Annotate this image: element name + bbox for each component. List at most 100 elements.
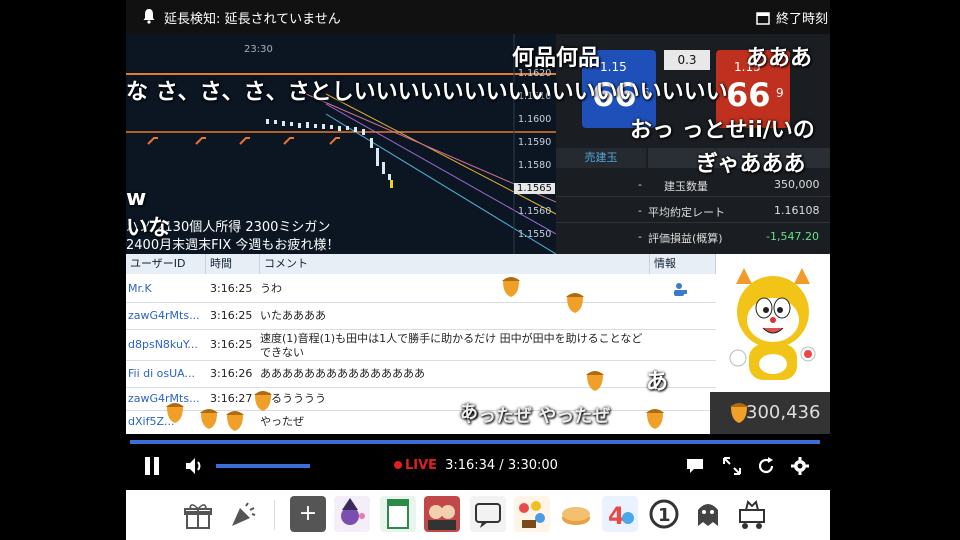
volume-slider[interactable] [216,464,310,468]
row-time: 3:16:25 [210,338,253,351]
price-tick: 1.1550 [518,229,552,240]
row-time: 3:16:25 [210,282,253,295]
video-player[interactable]: 23:30 1.1620 1.1610 1.1600 1.1590 1.1580… [126,34,830,434]
gift-item-pancake[interactable] [558,496,594,532]
live-dot-icon [394,461,402,469]
acorn-icon [200,409,218,429]
gift-item-duo[interactable] [424,496,460,532]
position-row: - 評価損益(概算) -1,547.20 [638,230,819,245]
gift-item-number-one[interactable]: 1 [646,496,682,532]
gift-icon[interactable] [184,502,212,530]
bell-icon [143,9,155,24]
live-label: LIVE [405,458,438,473]
gift-item-note[interactable] [380,496,416,532]
settings-gear-icon[interactable] [790,456,810,476]
gift-toolbar: + 4 1 [126,490,830,540]
price-tick: 1.1560 [518,206,552,217]
row-user-id[interactable]: Mr.K [128,276,204,302]
gift-divider [274,500,275,530]
gift-item-flowers[interactable] [514,496,550,532]
extension-notice-text: 延長検知: 延長されていません [164,8,341,27]
price-tick: 1.1590 [518,137,552,148]
reload-icon[interactable] [756,456,776,476]
danmaku-comment: やったぜ やったぜ [460,406,611,427]
acorn-icon [166,403,184,423]
danmaku-comment: おっ っとせii/いの [630,118,815,143]
table-row[interactable]: Mr.K 3:16:25 うわ [126,276,716,303]
current-price-tag: 1.1565 [514,183,555,194]
gift-item-comment-box[interactable] [470,496,506,532]
comment-toggle-icon[interactable] [686,458,704,474]
character-avatar-image [716,254,830,406]
forex-chart: 23:30 1.1620 1.1610 1.1600 1.1590 1.1580… [126,34,556,254]
gift-item-witch[interactable] [334,496,370,532]
column-header-comment[interactable]: コメント [260,254,650,274]
row-comment: うわ [260,282,282,295]
gift-item-ghost[interactable] [690,496,726,532]
gift-item-cat-cart[interactable] [734,496,770,532]
position-value: 350,000 [774,178,820,191]
acorn-icon [502,277,520,297]
table-row[interactable]: d8psN8kuY... 3:16:25 速度(1)音程(1)も田中は1人で勝手… [126,330,716,361]
acorn-icon [566,293,584,313]
svg-text:1: 1 [658,505,671,526]
row-user-id[interactable]: d8psN8kuY... [128,330,204,360]
acorn-icon [730,403,748,423]
row-time: 3:16:26 [210,367,253,380]
add-gift-button[interactable]: + [290,496,326,532]
playback-time: 3:16:34 / 3:30:00 [445,458,558,473]
row-comment: いたああああ [260,309,326,322]
row-user-id[interactable]: Fii di osUA... [128,361,204,387]
counter-value: 300,436 [746,402,821,423]
ask-sub-digit: 9 [776,86,784,100]
row-time: 3:16:25 [210,309,253,322]
acorn-icon [226,411,244,431]
volume-icon[interactable] [184,456,206,476]
table-row[interactable]: Fii di osUA... 3:16:26 あああああああああああああああ [126,361,716,388]
column-header-time[interactable]: 時間 [206,254,260,274]
price-tick: 1.1600 [518,114,552,125]
acorn-icon [646,409,664,429]
position-label: 建玉数量 [664,180,708,193]
end-time-indicator: 終了時刻 [756,8,828,27]
danmaku-comment: な さ、さ、さ、さとしいいいいいいいいいいいいいいいいい [126,80,728,105]
end-time-label: 終了時刻 [776,12,829,27]
party-popper-icon[interactable] [228,502,256,530]
price-tick: 1.1580 [518,160,552,171]
danmaku-comment: あ [460,402,478,423]
position-row: - 平均約定レート 1.16108 [556,200,830,223]
column-header-info[interactable]: 情報 [650,254,716,274]
extension-notice-bar: 延長検知: 延長されていません 終了時刻 [126,0,830,35]
position-value: 1.16108 [774,204,820,217]
chart-time-label: 23:30 [244,44,273,55]
column-header-user[interactable]: ユーザーID [126,254,206,274]
danmaku-comment: いな [126,216,171,241]
danmaku-comment: あああ [746,46,813,71]
bid-small-price: 1.15 [600,60,627,74]
live-indicator: LIVE 3:16:34 / 3:30:00 [394,458,558,473]
position-label: 平均約定レート [648,206,725,219]
position-value: -1,547.20 [766,230,819,243]
seek-bar[interactable] [130,440,820,444]
fullscreen-icon[interactable] [722,456,742,476]
danmaku-comment: あ [646,370,669,395]
seek-bar-fill [130,440,779,444]
danmaku-comment: ぎゃあああ [696,152,806,177]
table-row[interactable]: zawG4rMts... 3:16:25 いたああああ [126,303,716,330]
acorn-icon [586,371,604,391]
danmaku-comment: 何品何品 [512,46,601,71]
extension-notice-label: 延長検知: [164,12,221,27]
position-label: 評価損益(概算) [648,232,723,245]
row-comment: 速度(1)音程(1)も田中は1人で勝手に助かるだけ 田中が田中を助けることなどで… [260,332,643,359]
pause-icon[interactable] [144,456,160,476]
acorn-icon [254,391,272,411]
spread-value: 0.3 [664,50,710,70]
calendar-icon [756,12,770,25]
user-info-icon[interactable] [672,281,688,297]
tab-sell-positions[interactable]: 売建玉 [556,148,646,168]
danmaku-comment: w [126,186,147,211]
add-gift-label: + [298,501,318,526]
player-controls: LIVE 3:16:34 / 3:30:00 [126,434,830,490]
gift-item-anniversary[interactable]: 4 [602,496,638,532]
row-user-id[interactable]: zawG4rMts... [128,303,204,329]
